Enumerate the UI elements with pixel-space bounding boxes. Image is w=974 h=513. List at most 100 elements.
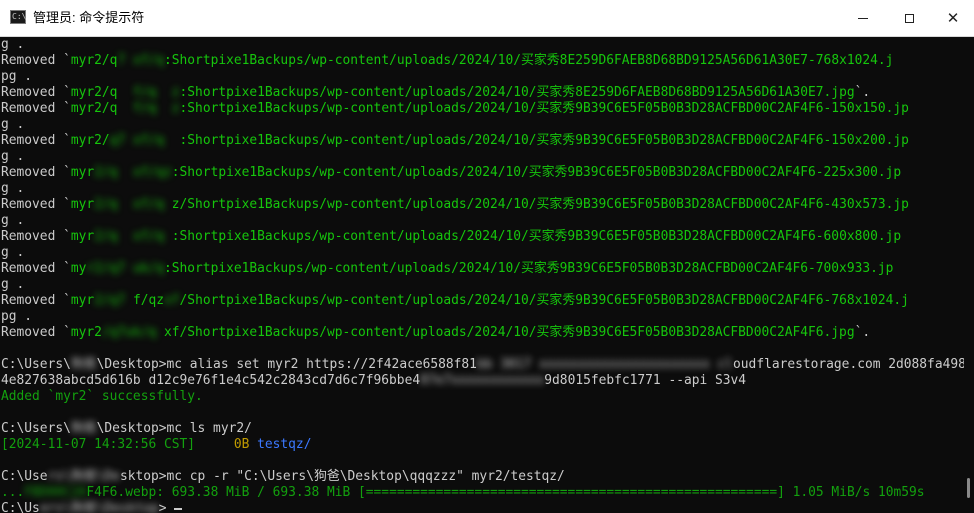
terminal-text: xf/Shortpixe1Backups/wp-content/uploads/…	[164, 325, 855, 340]
terminal-text: myr2/	[70, 133, 110, 148]
terminal-text: C:\Users\	[1, 421, 71, 436]
terminal-text: testqz/	[257, 437, 312, 452]
cmd-icon-glyph: C:\	[12, 12, 27, 21]
terminal-line: g .	[1, 181, 24, 197]
terminal-text: myr2/q	[70, 101, 118, 116]
terminal-text: Removed `	[1, 261, 71, 276]
terminal-text: :Shortpixe1Backups/wp-content/uploads/20…	[171, 229, 902, 244]
redacted-text: 2/q7	[94, 293, 133, 308]
redacted-text: 87e7xxxxxxxxxxxx	[420, 373, 545, 388]
redacted-text: rs\狗爸\De	[47, 469, 120, 484]
terminal-line: Removed `myr2/q7 uk/q:Shortpixe1Backups/…	[1, 261, 893, 277]
terminal-text: Removed `	[1, 197, 71, 212]
terminal-line: Removed `myr2/q7 xf/q :Shortpixe1Backups…	[1, 133, 909, 149]
redacted-text: FBD00C2A	[24, 485, 87, 500]
terminal-line: Removed `myr2/q f/q z:Shortpixe1Backups/…	[1, 85, 870, 101]
terminal-text: g .	[1, 37, 25, 52]
redacted-text: r2/q7 uk/q	[86, 261, 164, 276]
minimize-button[interactable]	[840, 0, 886, 36]
terminal-text: myr2/q	[70, 53, 118, 68]
scrollbar-thumb[interactable]	[967, 478, 970, 498]
terminal-text: g .	[1, 149, 25, 164]
terminal-text: :Shortpixe1Backups/wp-content/uploads/20…	[179, 101, 909, 116]
terminal-text: :Shortpixe1Backups/wp-content/uploads/20…	[164, 53, 894, 68]
terminal-text: g .	[1, 245, 25, 260]
redacted-text: 狗爸	[70, 421, 97, 436]
redacted-text: 2/q xf/qz	[94, 165, 172, 180]
terminal-text: F4F6.webp: 693.38 MiB / 693.38 MiB [====…	[86, 485, 925, 500]
terminal-line: Removed `myr2/q xf/q :Shortpixe1Backups/…	[1, 229, 901, 245]
terminal-line: Removed `myr2/q7 f/qzxf/Shortpixe1Backup…	[1, 293, 909, 309]
terminal-text: C:\Use	[1, 469, 48, 484]
terminal-text: /Shortpixe1Backups/wp-content/uploads/20…	[179, 293, 909, 308]
terminal-text: Removed `	[1, 85, 71, 100]
redacted-text: q7 xf/q	[109, 133, 180, 148]
redacted-text: /q7uk/q	[101, 325, 164, 340]
terminal-text: C:\Users\	[1, 357, 71, 372]
terminal-line: [2024-11-07 14:32:56 CST] 0B testqz/	[1, 437, 311, 453]
terminal-line: Removed `myr2/q7uk/q xf/Shortpixe1Backup…	[1, 325, 870, 341]
terminal-text: Removed `	[1, 165, 71, 180]
terminal-text: pg .	[1, 69, 33, 84]
terminal-text: 9d8015febfc1771 --api S3v4	[544, 373, 747, 388]
text-cursor	[174, 508, 182, 510]
terminal-text: pg .	[1, 309, 33, 324]
terminal-text: g .	[1, 213, 25, 228]
terminal-line: C:\Users\狗爸\Desktop>	[1, 501, 167, 513]
redacted-text: ers\狗爸\Desktop	[39, 501, 159, 513]
terminal-text: C:\Us	[1, 501, 40, 513]
terminal-text: :Shortpixe1Backups/wp-content/uploads/20…	[179, 85, 855, 100]
redacted-text: 7 xf/q	[117, 53, 165, 68]
terminal-text: Removed `	[1, 101, 71, 116]
terminal-text: myr2	[70, 325, 102, 340]
terminal-text: g .	[1, 181, 25, 196]
terminal-text: sktop>mc cp -r "C:\Users\狗爸\Desktop\qqqz…	[119, 469, 565, 484]
terminal-text: myr	[70, 293, 95, 308]
terminal-text: f/qz	[132, 293, 165, 308]
terminal-line: pg .	[1, 309, 32, 325]
terminal-line: g .	[1, 245, 24, 261]
redacted-text: 2/q xf/q	[94, 229, 172, 244]
terminal-text: >	[158, 501, 167, 513]
terminal-line: g .	[1, 149, 24, 165]
terminal-text: Removed `	[1, 293, 71, 308]
close-button[interactable]: ✕	[930, 0, 974, 36]
terminal-text: g .	[1, 117, 25, 132]
terminal-line: Removed `myr2/q f/q z:Shortpixe1Backups/…	[1, 101, 909, 117]
terminal-text: :Shortpixe1Backups/wp-content/uploads/20…	[164, 261, 894, 276]
terminal-line: C:\Users\狗爸\Desktop>mc cp -r "C:\Users\狗…	[1, 469, 565, 485]
maximize-button[interactable]	[886, 0, 932, 36]
terminal-text: Removed `	[1, 133, 71, 148]
console-output[interactable]: g . Removed `myr2/q7 xf/q:Shortpixe1Backu…	[0, 37, 964, 513]
scrollbar-track[interactable]	[964, 37, 974, 513]
terminal-text: :Shortpixe1Backups/wp-content/uploads/20…	[179, 133, 909, 148]
terminal-text: \Desktop>mc alias set myr2 https://2f42a…	[96, 357, 477, 372]
terminal-line: C:\Users\狗爸\Desktop>mc ls myr2/	[1, 421, 252, 437]
terminal-text: myr	[70, 197, 95, 212]
terminal-line: Removed `myr2/q xf/q z/Shortpixe1Backups…	[1, 197, 909, 213]
terminal-text: :Shortpixe1Backups/wp-content/uploads/20…	[171, 165, 902, 180]
close-icon: ✕	[946, 8, 960, 27]
terminal-line: g .	[1, 117, 24, 133]
terminal-text: `.	[854, 325, 871, 340]
terminal-line: g .	[1, 277, 24, 293]
redacted-text: 狗爸	[70, 357, 97, 372]
redacted-text: f/q z	[117, 85, 180, 100]
terminal-text: Removed `	[1, 53, 71, 68]
terminal-text: myr	[70, 165, 95, 180]
redacted-text: bb 3017 xxxxxxxxxxxxxxxxxxxxxx cl	[476, 357, 734, 372]
cmd-icon: C:\	[10, 10, 26, 24]
terminal-line: Removed `myr2/q xf/qz:Shortpixe1Backups/…	[1, 165, 901, 181]
terminal-text: g .	[1, 277, 25, 292]
terminal-text: \Desktop>mc ls myr2/	[96, 421, 252, 436]
terminal-line: pg .	[1, 69, 32, 85]
minimize-icon	[858, 17, 868, 19]
terminal-line: Removed `myr2/q7 xf/q:Shortpixe1Backups/…	[1, 53, 893, 69]
window-title: 管理员: 命令提示符	[33, 10, 145, 25]
redacted-text: 2/q xf/q	[94, 197, 172, 212]
terminal-text: oudflarestorage.com 2d088fa498cff0	[733, 357, 964, 372]
terminal-line: C:\Users\狗爸\Desktop>mc alias set myr2 ht…	[1, 357, 964, 373]
terminal-text: 4e827638abcd5d616b d12c9e76f1e4c542c2843…	[1, 373, 421, 388]
title-bar[interactable]: C:\ 管理员: 命令提示符 ✕	[0, 0, 974, 37]
terminal-line: 4e827638abcd5d616b d12c9e76f1e4c542c2843…	[1, 373, 746, 389]
